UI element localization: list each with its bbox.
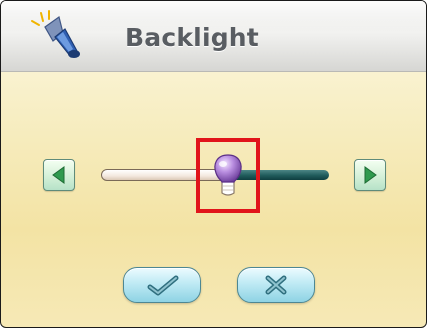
flashlight-icon [31, 10, 80, 58]
ok-button[interactable] [123, 267, 201, 303]
decrease-button[interactable] [43, 159, 75, 191]
cancel-button[interactable] [237, 267, 315, 303]
arrow-right-icon [364, 166, 377, 184]
window-title: Backlight [125, 23, 259, 52]
backlight-dialog: Backlight [0, 0, 427, 328]
cross-icon [265, 275, 287, 295]
title-bar: Backlight [1, 1, 426, 72]
increase-button[interactable] [354, 159, 386, 191]
checkmark-icon [147, 275, 179, 296]
slider-highlight-box [195, 138, 260, 213]
arrow-left-icon [52, 166, 65, 184]
